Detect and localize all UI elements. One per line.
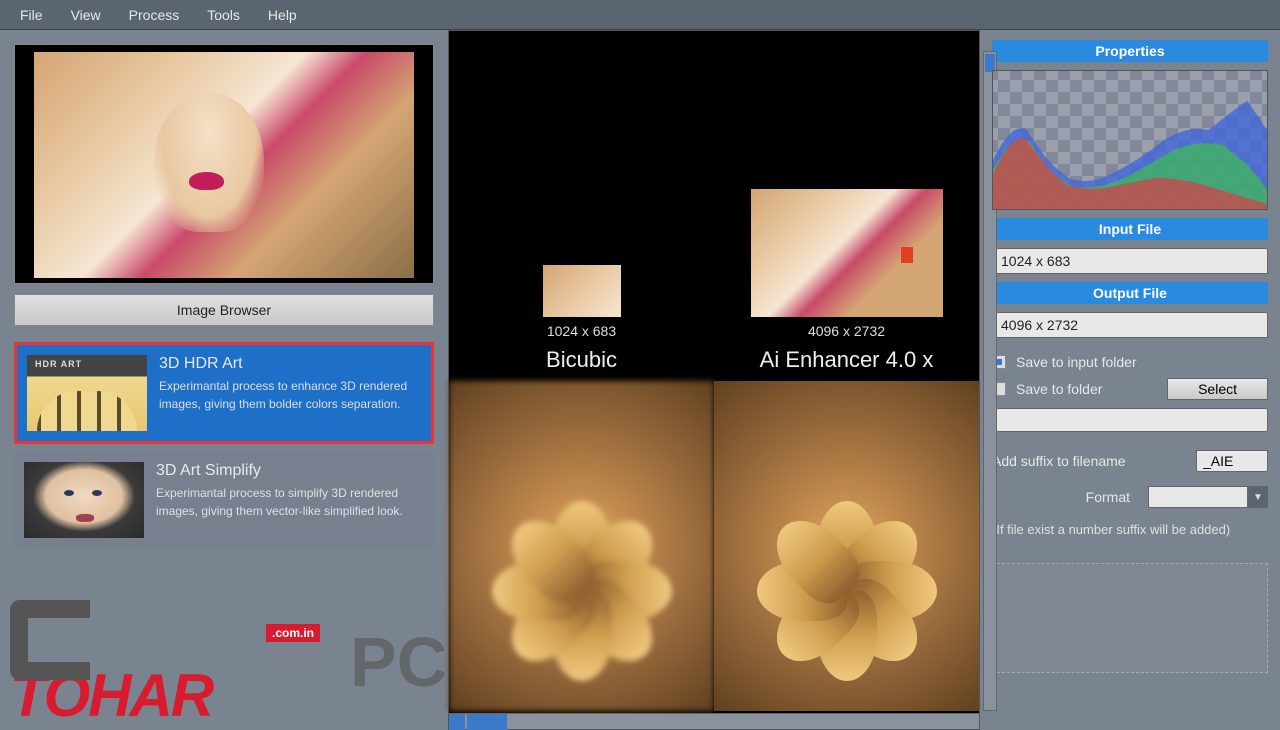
save-input-folder-label: Save to input folder [1016,354,1137,370]
process-item-3d-hdr-art[interactable]: 3D HDR Art Experimantal process to enhan… [14,342,434,444]
save-to-folder-label: Save to folder [1016,381,1102,397]
menu-help[interactable]: Help [268,7,297,23]
portrait-image [34,52,414,278]
original-thumb [543,265,621,317]
process-title: 3D HDR Art [159,355,421,373]
menu-file[interactable]: File [20,7,43,23]
process-thumb-face [24,462,144,538]
detail-bicubic [449,381,714,711]
process-desc: Experimantal process to simplify 3D rend… [156,484,424,520]
enhanced-thumb [751,189,943,317]
suffix-note: (If file exist a number suffix will be a… [992,522,1268,537]
comparison-enhanced: 4096 x 2732 Ai Enhancer 4.0 x [714,31,979,381]
process-item-3d-art-simplify[interactable]: 3D Art Simplify Experimantal process to … [14,452,434,548]
comparison-original: 1024 x 683 Bicubic [449,31,714,381]
left-panel: Image Browser 3D HDR Art Experimantal pr… [0,30,448,730]
output-file-header: Output File [992,282,1268,304]
format-label: Format [1086,489,1130,505]
process-thumb-hdr [27,355,147,431]
center-comparison: 1024 x 683 Bicubic 4096 x 2732 Ai Enhanc… [448,30,980,730]
menu-tools[interactable]: Tools [207,7,240,23]
properties-header: Properties [992,40,1268,62]
bicubic-label: Bicubic [546,347,617,373]
scroll-thumb[interactable] [467,714,507,730]
format-select[interactable]: JPG File [1148,486,1248,508]
menu-process[interactable]: Process [129,7,180,23]
image-preview [14,44,434,284]
scroll-left-button[interactable] [449,714,465,730]
chevron-down-icon[interactable]: ▼ [1248,486,1268,508]
output-preview-placeholder [992,563,1268,673]
input-file-field[interactable]: 1024 x 683 [992,248,1268,274]
detail-ai-enhancer [714,381,979,711]
ai-enhancer-label: Ai Enhancer 4.0 x [760,347,934,373]
process-list: 3D HDR Art Experimantal process to enhan… [14,342,434,548]
original-size: 1024 x 683 [547,323,616,339]
image-browser-button[interactable]: Image Browser [14,294,434,326]
menu-view[interactable]: View [71,7,101,23]
horizontal-scrollbar[interactable] [449,713,979,729]
process-title: 3D Art Simplify [156,462,424,480]
suffix-input[interactable] [1196,450,1268,472]
process-desc: Experimantal process to enhance 3D rende… [159,377,421,413]
properties-panel: Properties Input File 1024 x 683 Output … [980,30,1280,730]
input-file-header: Input File [992,218,1268,240]
select-folder-button[interactable]: Select [1167,378,1268,400]
folder-path-field[interactable] [992,408,1268,432]
menubar: File View Process Tools Help [0,0,1280,30]
histogram [992,70,1268,210]
suffix-label: Add suffix to filename [992,453,1126,469]
enhanced-size: 4096 x 2732 [808,323,885,339]
output-file-field[interactable]: 4096 x 2732 [992,312,1268,338]
